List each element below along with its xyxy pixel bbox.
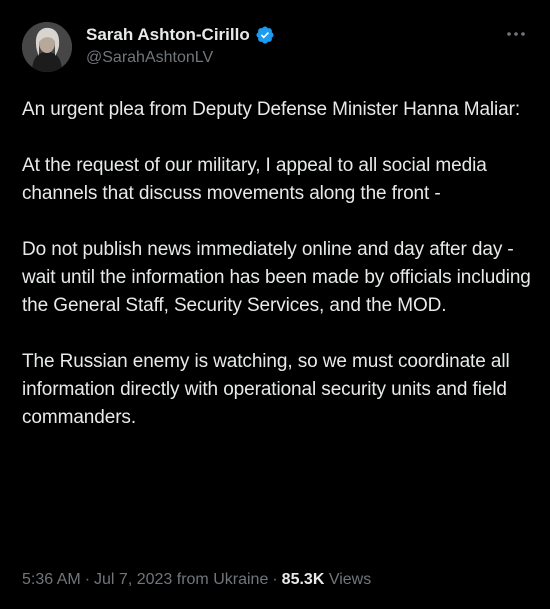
views-label: Views xyxy=(328,571,372,588)
verified-badge-icon xyxy=(255,25,275,45)
tweet-date-location[interactable]: Jul 7, 2023 from Ukraine xyxy=(94,571,268,588)
author-handle[interactable]: @SarahAshtonLV xyxy=(86,49,275,67)
author-info: Sarah Ashton-Cirillo @SarahAshtonLV xyxy=(86,23,275,67)
meta-separator: · xyxy=(272,571,278,588)
tweet-text: An urgent plea from Deputy Defense Minis… xyxy=(22,96,532,432)
views-count: 85.3K xyxy=(281,571,325,588)
tweet-paragraph: An urgent plea from Deputy Defense Minis… xyxy=(22,99,521,120)
author-display-name[interactable]: Sarah Ashton-Cirillo xyxy=(86,25,250,45)
tweet-time[interactable]: 5:36 AM xyxy=(22,571,81,588)
avatar[interactable] xyxy=(22,22,72,72)
meta-separator: · xyxy=(84,571,91,588)
tweet-header: Sarah Ashton-Cirillo @SarahAshtonLV xyxy=(22,22,530,74)
tweet-paragraph: The Russian enemy is watching, so we mus… xyxy=(22,351,510,428)
tweet-meta: 5:36 AM · Jul 7, 2023 from Ukraine · 85.3K V… xyxy=(22,571,371,589)
tweet-paragraph: At the request of our military, I appeal… xyxy=(22,155,487,204)
more-horizontal-icon[interactable] xyxy=(502,22,530,46)
tweet-paragraph: Do not publish news immediately online a… xyxy=(22,239,531,316)
